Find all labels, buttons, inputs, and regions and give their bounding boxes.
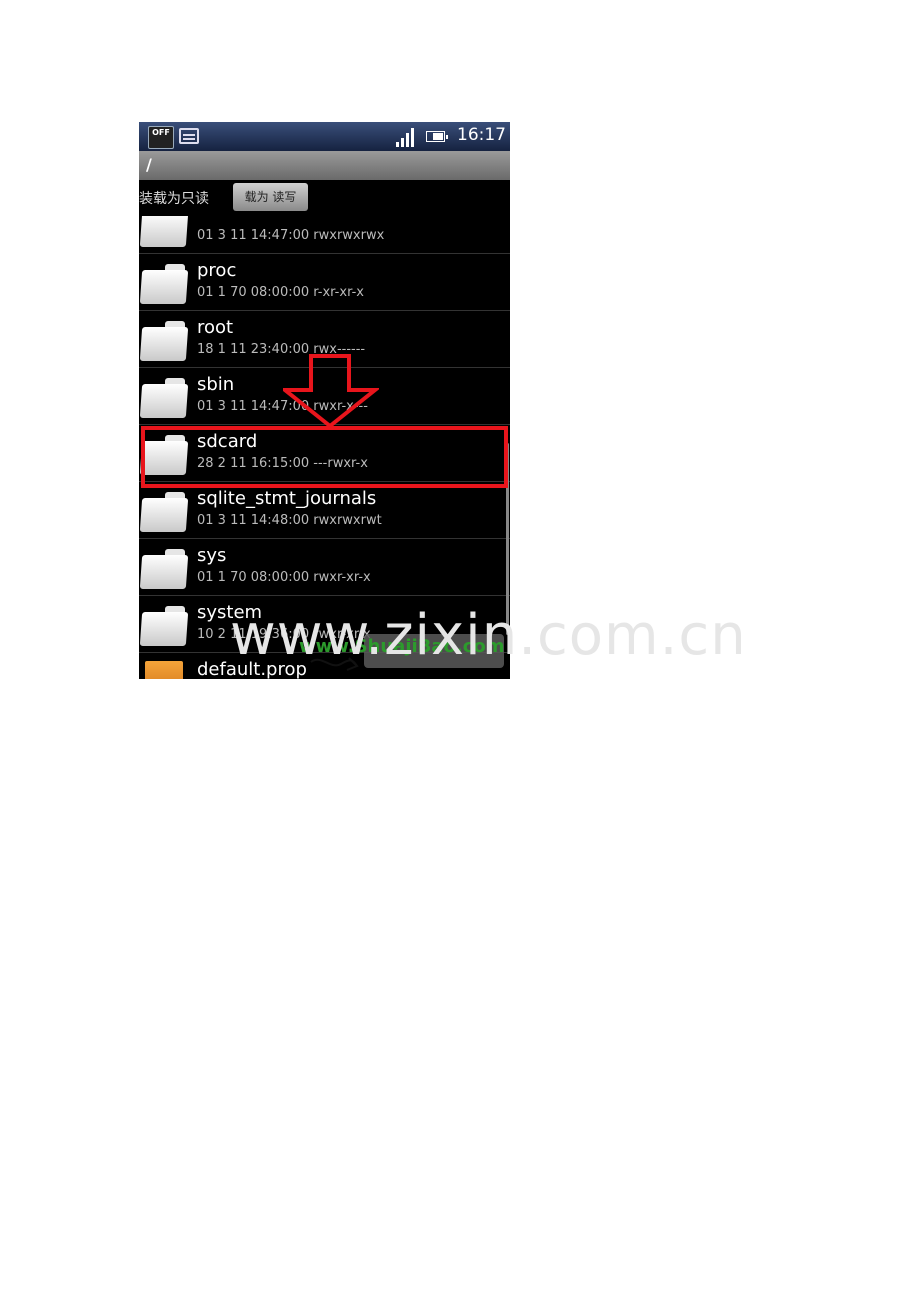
file-meta: 01 1 70 08:00:00 r-xr-xr-x	[197, 285, 364, 300]
list-item[interactable]: proc 01 1 70 08:00:00 r-xr-xr-x	[139, 254, 510, 311]
file-meta: 01 3 11 14:47:00 rwxrwxrwx	[197, 228, 385, 243]
down-arrow-annotation	[283, 354, 379, 429]
file-meta: 01 3 11 14:48:00 rwxrwxrwt	[197, 513, 382, 528]
folder-icon	[141, 378, 187, 418]
phone-screen: OFF 16:17 / 装载为只读 载为 读写 ... 01 3 11 14:4…	[139, 122, 510, 679]
sdcard-highlight-box	[141, 426, 508, 488]
file-name: sqlite_stmt_journals	[197, 488, 377, 509]
clock: 16:17	[457, 125, 506, 145]
mount-bar: 装载为只读 载为 读写	[139, 180, 510, 216]
folder-icon	[141, 216, 187, 247]
file-name: root	[197, 317, 234, 338]
battery-icon	[426, 131, 448, 142]
list-item[interactable]: sys 01 1 70 08:00:00 rwxr-xr-x	[139, 539, 510, 596]
file-icon	[145, 661, 183, 679]
list-item[interactable]: sqlite_stmt_journals 01 3 11 14:48:00 rw…	[139, 482, 510, 539]
mount-status-label: 装载为只读	[139, 191, 209, 207]
file-meta: 01 1 70 08:00:00 rwxr-xr-x	[197, 570, 371, 585]
folder-icon	[141, 321, 187, 361]
data-off-icon: OFF	[148, 126, 174, 149]
list-item[interactable]: ... 01 3 11 14:47:00 rwxrwxrwx	[139, 216, 510, 254]
file-name: sbin	[197, 374, 235, 395]
sd-card-notification-icon	[179, 128, 199, 144]
folder-icon	[141, 264, 187, 304]
folder-icon	[141, 492, 187, 532]
mount-read-write-button[interactable]: 载为 读写	[233, 183, 308, 211]
current-path: /	[146, 155, 152, 174]
status-bar: OFF 16:17	[139, 122, 510, 151]
folder-icon	[141, 606, 187, 646]
page-watermark: www.zixin.com.cn	[230, 603, 747, 668]
file-name: proc	[197, 260, 237, 281]
path-bar: /	[139, 151, 510, 180]
signal-strength-icon	[396, 128, 418, 147]
file-name: sys	[197, 545, 227, 566]
folder-icon	[141, 549, 187, 589]
